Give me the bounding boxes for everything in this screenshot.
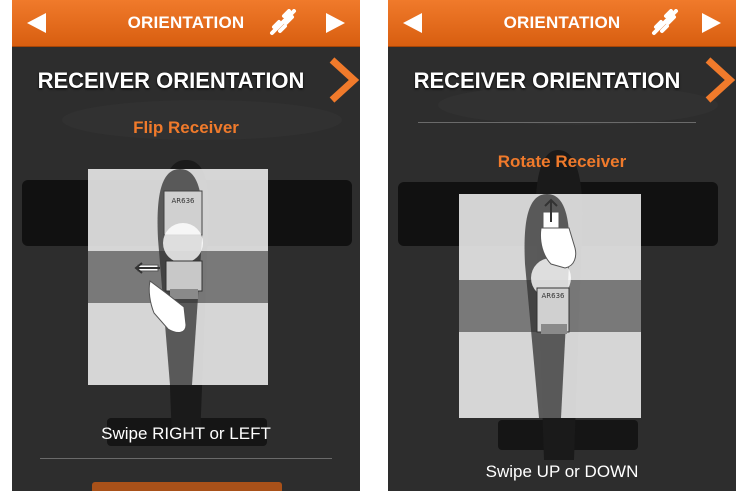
swipe-instruction: Swipe UP or DOWN: [485, 462, 639, 481]
receiver-illustration: AR636: [524, 194, 577, 418]
broken-link-icon[interactable]: [268, 9, 298, 37]
page-heading: RECEIVER ORIENTATION: [37, 68, 305, 93]
divider: [418, 122, 696, 123]
header-bar: ORIENTATION: [12, 0, 360, 47]
gesture-pad[interactable]: AR636: [459, 194, 641, 418]
rotate-receiver-screen: ORIENTATION RECEIVER ORIENTATION Rotate …: [388, 0, 736, 491]
right-triangle-icon[interactable]: [698, 10, 724, 36]
gesture-pad[interactable]: AR636: [88, 169, 268, 385]
svg-text:AR636: AR636: [541, 292, 565, 300]
flip-receiver-label: Flip Receiver: [133, 118, 239, 137]
divider: [40, 458, 332, 459]
svg-text:AR636: AR636: [171, 197, 195, 205]
header-bar: ORIENTATION: [388, 0, 736, 47]
rotate-receiver-label: Rotate Receiver: [497, 152, 627, 171]
page-heading: RECEIVER ORIENTATION: [413, 68, 681, 93]
chevron-right-icon[interactable]: [702, 56, 736, 104]
broken-link-icon[interactable]: [650, 9, 680, 37]
flip-receiver-screen: ORIENTATION RECEIVER ORIENTATION Flip Re…: [12, 0, 360, 491]
receiver-illustration: AR636: [134, 169, 203, 385]
chevron-right-icon[interactable]: [326, 56, 360, 104]
header-title: ORIENTATION: [503, 13, 621, 32]
swipe-instruction: Swipe RIGHT or LEFT: [101, 424, 271, 443]
next-section-label-partial: [92, 482, 282, 491]
header-title: ORIENTATION: [127, 13, 245, 32]
right-triangle-icon[interactable]: [322, 10, 348, 36]
